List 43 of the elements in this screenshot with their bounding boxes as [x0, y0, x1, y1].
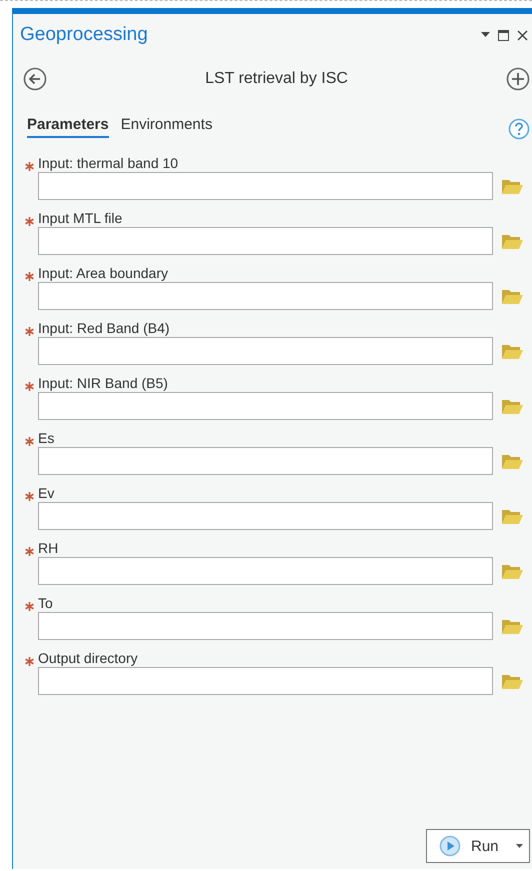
folder-icon[interactable]: [501, 618, 523, 634]
dropdown-icon[interactable]: [481, 32, 490, 38]
parameter-label: Input: thermal band 10: [38, 154, 180, 172]
maximize-icon[interactable]: [498, 30, 509, 40]
caret-icon: [516, 844, 523, 848]
parameter-label: To: [38, 594, 54, 612]
folder-icon[interactable]: [501, 508, 523, 524]
input-field[interactable]: [38, 502, 493, 530]
folder-icon[interactable]: [501, 342, 523, 360]
help-icon[interactable]: [508, 118, 530, 140]
window-title: Geoprocessing: [20, 24, 148, 46]
input-field[interactable]: [38, 337, 493, 365]
folder-icon[interactable]: [501, 672, 523, 690]
input-field[interactable]: [38, 557, 493, 585]
input-field[interactable]: [38, 667, 493, 695]
input-field[interactable]: [38, 612, 493, 640]
run-button[interactable]: Run: [426, 829, 530, 863]
input-field[interactable]: [38, 447, 493, 475]
folder-icon[interactable]: [501, 562, 523, 580]
folder-icon[interactable]: [501, 288, 523, 304]
folder-icon[interactable]: [501, 452, 523, 470]
tab[interactable]: Environments: [120, 116, 212, 138]
tool-title: LST retrieval by ISC: [205, 70, 348, 88]
folder-icon[interactable]: [501, 398, 523, 414]
tab[interactable]: Parameters: [27, 116, 109, 138]
parameter-label: RH: [38, 539, 60, 557]
parameter-label: Es: [38, 429, 56, 447]
input-field[interactable]: [38, 172, 493, 200]
parameter-label: Input: NIR Band (B5): [38, 374, 169, 392]
parameter-label: Input: Red Band (B4): [38, 319, 171, 337]
parameter-label: Ev: [38, 484, 56, 502]
input-field[interactable]: [38, 392, 493, 420]
folder-icon[interactable]: [501, 178, 523, 194]
back-icon[interactable]: [23, 67, 47, 91]
play-icon: [439, 835, 461, 857]
add-icon[interactable]: [506, 67, 530, 91]
parameter-label: Input MTL file: [38, 209, 124, 227]
parameter-label: Input: Area boundary: [38, 264, 169, 282]
folder-icon[interactable]: [501, 232, 523, 250]
parameter-label: Output directory: [38, 649, 139, 667]
input-field[interactable]: [38, 227, 493, 255]
close-icon[interactable]: [517, 30, 528, 40]
input-field[interactable]: [38, 282, 493, 310]
